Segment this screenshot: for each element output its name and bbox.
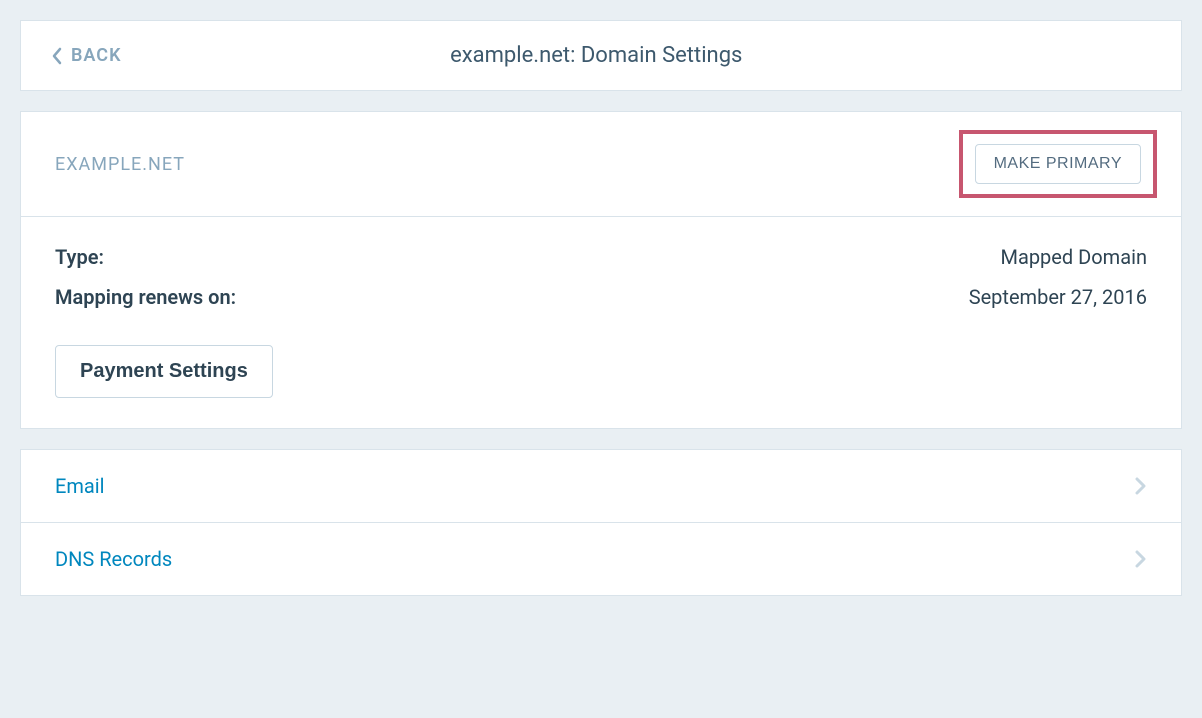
type-label: Type:	[55, 245, 104, 269]
chevron-right-icon	[1133, 548, 1147, 570]
page-title: example.net: Domain Settings	[41, 43, 1151, 68]
domain-header: EXAMPLE.NET MAKE PRIMARY	[21, 112, 1181, 217]
payment-settings-button[interactable]: Payment Settings	[55, 345, 273, 398]
make-primary-button[interactable]: MAKE PRIMARY	[975, 144, 1141, 184]
nav-item-email[interactable]: Email	[21, 450, 1181, 523]
domain-card: EXAMPLE.NET MAKE PRIMARY Type: Mapped Do…	[20, 111, 1182, 429]
header-card: BACK example.net: Domain Settings	[20, 20, 1182, 91]
renew-value: September 27, 2016	[969, 285, 1147, 309]
nav-card: Email DNS Records	[20, 449, 1182, 596]
type-value: Mapped Domain	[1000, 245, 1147, 269]
type-row: Type: Mapped Domain	[55, 245, 1147, 269]
chevron-right-icon	[1133, 475, 1147, 497]
domain-name-label: EXAMPLE.NET	[55, 154, 185, 175]
domain-body: Type: Mapped Domain Mapping renews on: S…	[21, 217, 1181, 428]
nav-label-email: Email	[55, 474, 105, 498]
renew-row: Mapping renews on: September 27, 2016	[55, 285, 1147, 309]
make-primary-highlight: MAKE PRIMARY	[959, 130, 1157, 198]
nav-item-dns-records[interactable]: DNS Records	[21, 523, 1181, 595]
renew-label: Mapping renews on:	[55, 285, 236, 309]
nav-label-dns: DNS Records	[55, 547, 172, 571]
